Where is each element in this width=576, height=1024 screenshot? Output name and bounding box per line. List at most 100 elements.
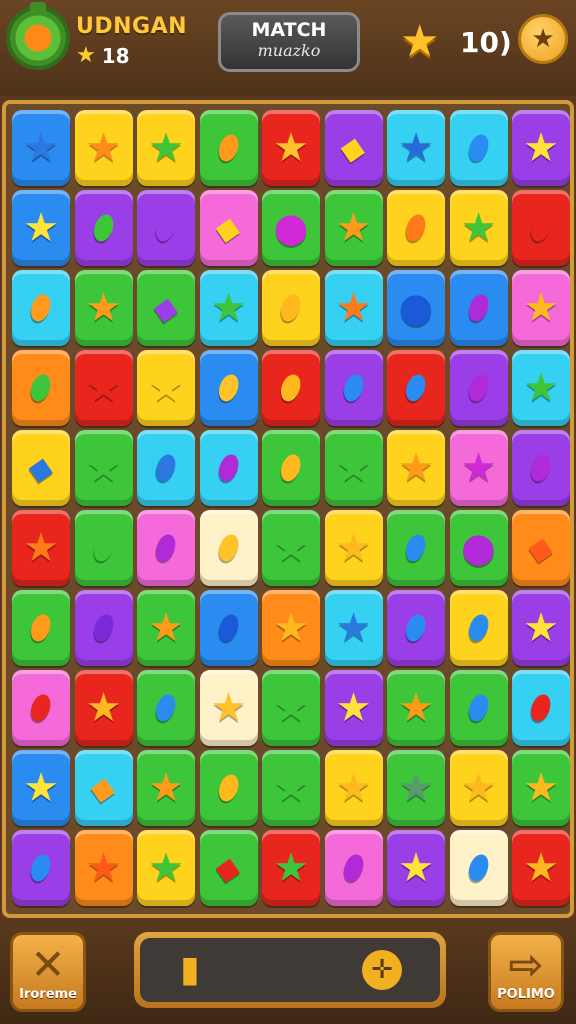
- next-button[interactable]: ⇨ POLIMO: [488, 932, 564, 1012]
- tile-purple[interactable]: ⬮: [74, 190, 133, 266]
- gear-icon[interactable]: [10, 2, 66, 66]
- tile-green[interactable]: ◆: [137, 270, 195, 346]
- tile-red[interactable]: ★: [262, 110, 320, 186]
- tile-yellow[interactable]: ★: [324, 510, 383, 586]
- tile-pink[interactable]: ★: [449, 430, 508, 506]
- tile-blue[interactable]: ★: [12, 750, 70, 826]
- star-gem-icon: ★: [273, 605, 309, 651]
- tile-blue[interactable]: ⬮: [199, 350, 258, 426]
- tile-green[interactable]: ◆: [199, 830, 258, 906]
- tile-orange[interactable]: ★: [262, 590, 320, 666]
- tile-purple[interactable]: ⬮: [137, 190, 195, 266]
- tile-yellow[interactable]: ★: [324, 750, 383, 826]
- tile-yellow[interactable]: ⬮: [387, 190, 445, 266]
- tile-blue[interactable]: ⬮: [449, 270, 508, 346]
- tile-green[interactable]: ★: [512, 750, 570, 826]
- tile-cyan[interactable]: ★: [199, 270, 258, 346]
- tile-purple[interactable]: ★: [512, 110, 570, 186]
- tile-cyan[interactable]: ◆: [74, 750, 133, 826]
- tile-blue[interactable]: ●: [387, 270, 445, 346]
- tile-green[interactable]: ⬮: [262, 430, 320, 506]
- tile-pink[interactable]: ★: [512, 270, 570, 346]
- tile-purple[interactable]: ★: [387, 830, 445, 906]
- tile-green[interactable]: ⬮: [387, 510, 445, 586]
- tile-red[interactable]: ★: [74, 350, 133, 426]
- tile-yellow[interactable]: ◆: [12, 430, 70, 506]
- tile-red[interactable]: ⬮: [387, 350, 445, 426]
- tile-blue[interactable]: ★: [12, 190, 70, 266]
- tile-cyan[interactable]: ⬮: [12, 270, 70, 346]
- tile-purple[interactable]: ⬮: [324, 350, 383, 426]
- tile-purple[interactable]: ★: [324, 670, 383, 746]
- settings-icon[interactable]: ✛: [362, 950, 402, 990]
- tile-cyan[interactable]: ★: [324, 270, 383, 346]
- tile-cyan[interactable]: ⬮: [512, 670, 570, 746]
- tile-red[interactable]: ★: [74, 670, 133, 746]
- tile-green[interactable]: ●: [262, 190, 320, 266]
- tile-green[interactable]: ⬮: [74, 510, 133, 586]
- tile-green[interactable]: ⬮: [137, 670, 195, 746]
- close-button[interactable]: ✕ Iroreme: [10, 932, 86, 1012]
- tile-purple[interactable]: ⬮: [449, 350, 508, 426]
- tile-blue[interactable]: ⬮: [199, 590, 258, 666]
- star-button[interactable]: ★: [518, 14, 568, 64]
- tile-red[interactable]: ⬮: [262, 350, 320, 426]
- tile-pink[interactable]: ⬮: [12, 670, 70, 746]
- tile-green[interactable]: ★: [262, 670, 320, 746]
- tile-cyan[interactable]: ⬮: [199, 430, 258, 506]
- tile-green[interactable]: ★: [324, 430, 383, 506]
- tile-pink[interactable]: ⬮: [324, 830, 383, 906]
- tile-yellow[interactable]: ★: [449, 750, 508, 826]
- tile-green[interactable]: ★: [74, 270, 133, 346]
- tile-red[interactable]: ⬮: [512, 190, 570, 266]
- tile-cyan[interactable]: ★: [324, 590, 383, 666]
- tile-green[interactable]: ★: [387, 670, 445, 746]
- tile-purple[interactable]: ⬮: [387, 590, 445, 666]
- tile-green[interactable]: ★: [324, 190, 383, 266]
- star-gem-icon: ★: [273, 845, 309, 891]
- tile-blue[interactable]: ★: [12, 110, 70, 186]
- tile-pink[interactable]: ⬮: [137, 510, 195, 586]
- tile-yellow[interactable]: ★: [137, 830, 195, 906]
- tile-green[interactable]: ⬮: [449, 670, 508, 746]
- tile-green[interactable]: ★: [262, 750, 320, 826]
- tile-green[interactable]: ★: [137, 750, 195, 826]
- volume-icon[interactable]: ▮: [180, 948, 200, 992]
- tile-green[interactable]: ★: [137, 590, 195, 666]
- tile-purple[interactable]: ⬮: [74, 590, 133, 666]
- tile-orange[interactable]: ⬮: [12, 350, 70, 426]
- tile-cyan[interactable]: ★: [387, 110, 445, 186]
- tile-purple[interactable]: ⬮: [512, 430, 570, 506]
- tile-cream[interactable]: ⬮: [449, 830, 508, 906]
- tile-green[interactable]: ★: [387, 750, 445, 826]
- tile-cyan[interactable]: ★: [512, 350, 570, 426]
- tile-red[interactable]: ★: [262, 830, 320, 906]
- tile-green[interactable]: ⬮: [199, 110, 258, 186]
- tile-red[interactable]: ★: [512, 830, 570, 906]
- tile-cream[interactable]: ⬮: [199, 510, 258, 586]
- tile-purple[interactable]: ★: [512, 590, 570, 666]
- tile-green[interactable]: ★: [74, 430, 133, 506]
- tile-purple[interactable]: ◆: [324, 110, 383, 186]
- tile-orange[interactable]: ★: [74, 830, 133, 906]
- tile-green[interactable]: ⬮: [12, 590, 70, 666]
- tile-pink[interactable]: ◆: [199, 190, 258, 266]
- tile-yellow[interactable]: ⬮: [262, 270, 320, 346]
- tile-yellow[interactable]: ⬮: [449, 590, 508, 666]
- drop-gem-icon: ⬮: [399, 205, 433, 251]
- tile-yellow[interactable]: ★: [137, 350, 195, 426]
- tile-yellow[interactable]: ★: [387, 430, 445, 506]
- star-gem-icon: ★: [273, 125, 309, 171]
- tile-orange[interactable]: ◆: [512, 510, 570, 586]
- tile-green[interactable]: ⬮: [199, 750, 258, 826]
- tile-red[interactable]: ★: [12, 510, 70, 586]
- tile-cyan[interactable]: ⬮: [137, 430, 195, 506]
- tile-cyan[interactable]: ⬮: [449, 110, 508, 186]
- tile-purple[interactable]: ⬮: [12, 830, 70, 906]
- tile-green[interactable]: ●: [449, 510, 508, 586]
- tile-green[interactable]: ★: [262, 510, 320, 586]
- tile-cream[interactable]: ★: [199, 670, 258, 746]
- tile-yellow[interactable]: ★: [74, 110, 133, 186]
- tile-yellow[interactable]: ★: [449, 190, 508, 266]
- tile-yellow[interactable]: ★: [137, 110, 195, 186]
